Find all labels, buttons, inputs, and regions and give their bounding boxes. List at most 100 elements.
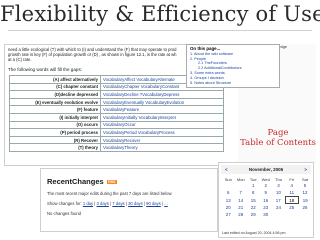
table-row: (E) eventually evolution evolve Vocabular… <box>9 97 224 107</box>
range-link-1-day[interactable]: 1 day <box>83 201 93 206</box>
calendar-grid: Sun Mon Tue Wed Thu Fri Sat 1 2 3 4 5 6 7 8 9 10 11 12 13 14… <box>222 176 312 218</box>
weekday-label: Tue <box>249 176 257 182</box>
calendar-day[interactable]: 12 <box>299 189 312 196</box>
calendar-week: 13 14 15 16 17 18 19 <box>222 195 312 205</box>
gap-letters: (C) chapter constant <box>9 82 101 92</box>
recent-changes-panel: RecentChanges RSS The most recent major e… <box>40 168 218 232</box>
calendar-empty-cell <box>272 211 285 218</box>
calendar-day[interactable]: 3 <box>272 183 285 190</box>
calendar-day[interactable]: 4 <box>285 183 299 190</box>
calendar-day[interactable]: 24 <box>272 204 285 211</box>
gap-letters: (I) initially interpret <box>9 112 101 122</box>
weekday-label: Wed <box>261 176 270 182</box>
show-label: Show changes for: <box>47 201 82 206</box>
calendar-day[interactable]: 20 <box>222 204 235 211</box>
time-range-selector: Show changes for: 1 day | 3 days | 7 day… <box>47 201 168 206</box>
calendar-day[interactable]: 22 <box>247 204 260 211</box>
calendar-empty-cell <box>235 183 248 190</box>
calendar-week: 12345 <box>222 183 312 190</box>
calendar-day[interactable]: 18 <box>284 195 299 205</box>
vocabulary-link[interactable]: VocabularyTheory <box>100 143 224 152</box>
table-of-contents: On this page... 1. About the wiki softwa… <box>186 44 280 89</box>
calendar-day[interactable]: 28 <box>235 211 248 218</box>
vocabulary-link[interactable]: VocabularyFeature <box>100 105 224 114</box>
table-row: (R) Recover VocabularyRecover <box>9 135 224 145</box>
vocabulary-link[interactable]: VocabularyPeriod VocabularyProcess <box>100 128 224 137</box>
calendar-day[interactable]: 2 <box>260 183 273 190</box>
gap-letters: (O) occurs <box>9 120 101 130</box>
range-link-30-days[interactable]: 30 days <box>128 201 143 206</box>
table-row: (P) period process VocabularyPeriod Vocab… <box>9 128 224 137</box>
calendar-day[interactable]: 19 <box>299 196 312 204</box>
gap-letters: (F) feature <box>9 105 101 114</box>
recent-changes-description: The most recent major edits during the p… <box>47 191 173 196</box>
calendar-day[interactable]: 29 <box>247 211 260 218</box>
calendar-day[interactable]: 26 <box>299 204 312 211</box>
gap-letters: (R) Recover <box>9 135 101 145</box>
vocabulary-link[interactable]: VocabularyOccur <box>100 120 224 130</box>
calendar-day[interactable]: 8 <box>247 189 260 196</box>
calendar-day[interactable]: 17 <box>272 196 285 204</box>
table-row: (D)decline depressed VocabularyDecline ?V… <box>9 90 224 99</box>
calendar-day[interactable]: 16 <box>260 196 273 204</box>
calendar-day[interactable]: 15 <box>247 196 260 204</box>
next-month-button[interactable]: > <box>304 165 307 174</box>
calendar-day[interactable]: 7 <box>235 189 248 196</box>
calendar-week: 27 28 29 30 <box>222 211 312 218</box>
caption-line: Table of Contents <box>240 138 316 148</box>
weekday-label: Fri <box>289 176 295 182</box>
title-divider <box>8 30 312 31</box>
gap-letters: (E) eventually evolution evolve <box>9 97 101 107</box>
rss-icon[interactable]: RSS <box>106 180 117 185</box>
table-row: (T) theory VocabularyTheory <box>9 143 224 152</box>
range-link-more[interactable]: ... <box>164 201 168 206</box>
range-link-90-days[interactable]: 90 days <box>146 201 161 206</box>
calendar-month: November, 2005 <box>248 167 284 172</box>
table-row: (O) occurs VocabularyOccur <box>9 120 224 130</box>
calendar-day[interactable]: 5 <box>299 183 312 190</box>
last-edited-note: Last edited on August 20, 2004 4:56 pm <box>222 231 286 235</box>
prev-month-button[interactable]: < <box>225 165 228 174</box>
calendar-widget: < November, 2005 > Sun Mon Tue Wed Thu Fri Sat… <box>218 162 314 238</box>
calendar-empty-cell <box>299 211 312 218</box>
weekday-label: Sun <box>224 176 232 182</box>
recent-changes-title: RecentChanges <box>47 177 104 186</box>
words-heading: The following words will fill the gaps: <box>8 67 83 72</box>
table-row: (I) initially interpret VocabularyInitial… <box>9 112 224 122</box>
calendar-day[interactable]: 9 <box>260 189 273 196</box>
calendar-day[interactable]: 23 <box>260 204 273 211</box>
calendar-day[interactable]: 27 <box>222 211 235 218</box>
calendar-day[interactable]: 13 <box>222 196 235 204</box>
gap-letters: (T) theory <box>9 143 101 152</box>
calendar-day[interactable]: 14 <box>235 196 248 204</box>
weekday-label: Sat <box>301 176 308 182</box>
weekday-row: Sun Mon Tue Wed Thu Fri Sat <box>222 176 312 183</box>
vocabulary-link[interactable]: VocabularyInitially VocabularyInterpret <box>100 112 224 122</box>
toc-item[interactable]: 5. Notes about Structure <box>190 81 276 86</box>
toc-caption: Page Table of Contents <box>238 128 318 148</box>
vocabulary-link[interactable]: VocabularyDecline ?VocabularyDepress <box>100 90 224 99</box>
range-link-7-days[interactable]: 7 days <box>112 201 124 206</box>
gap-letters: (D)decline depressed <box>9 90 101 99</box>
slide-title: Flexibility & Efficiency of Use <box>0 2 320 26</box>
calendar-day[interactable]: 21 <box>235 204 248 211</box>
gap-letters: (A) affect alternatively <box>9 75 101 84</box>
calendar-day[interactable]: 6 <box>222 189 235 196</box>
calendar-day[interactable]: 1 <box>247 183 260 190</box>
table-row: (F) feature VocabularyFeature <box>9 105 224 114</box>
calendar-week: 20 21 22 23 24 25 26 <box>222 204 312 211</box>
recent-changes-heading: RecentChanges RSS <box>47 177 117 186</box>
calendar-header: < November, 2005 > <box>221 165 311 174</box>
calendar-day[interactable]: 10 <box>272 189 285 196</box>
calendar-day[interactable]: 11 <box>285 189 299 196</box>
weekday-label: Thu <box>275 176 282 182</box>
calendar-empty-cell <box>285 211 299 218</box>
range-link-3-days[interactable]: 3 days <box>97 201 109 206</box>
no-changes-message: No changes found <box>47 211 81 216</box>
calendar-day[interactable]: 30 <box>260 211 273 218</box>
vocabulary-link[interactable]: VocabularyRecover <box>100 135 224 145</box>
calendar-day[interactable]: 25 <box>285 204 299 211</box>
weekday-label: Mon <box>236 176 245 182</box>
vocabulary-link[interactable]: VocabularyEventually VocabularyEvolution <box>100 97 224 107</box>
caption-line: Page <box>267 128 289 138</box>
